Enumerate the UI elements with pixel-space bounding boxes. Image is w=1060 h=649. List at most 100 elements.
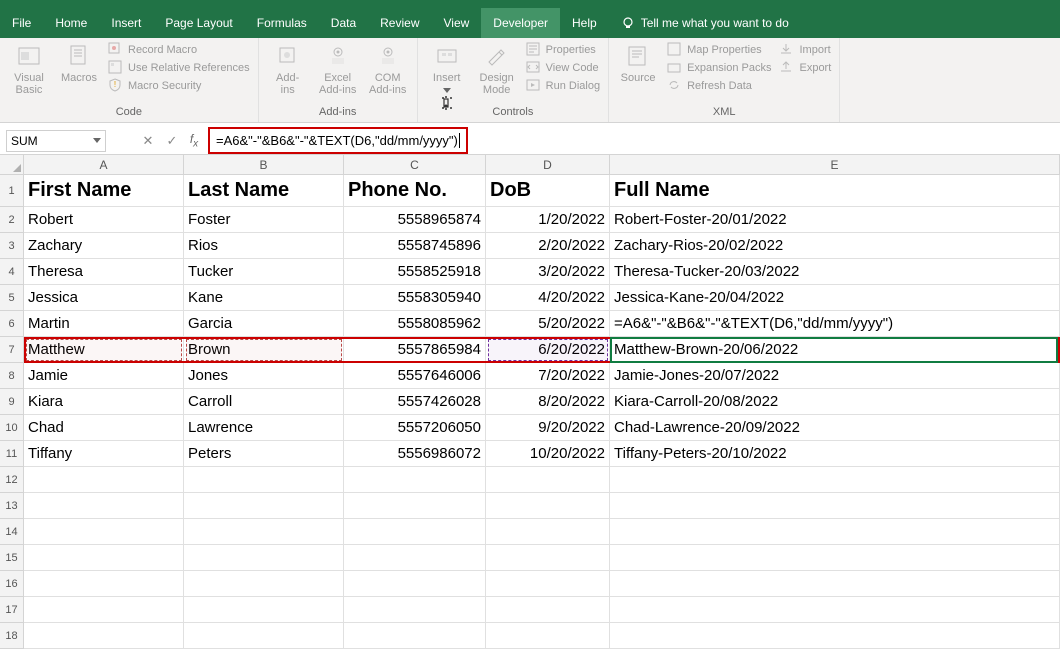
cell-B10[interactable]: Lawrence (184, 415, 344, 441)
row-header[interactable]: 17 (0, 597, 24, 623)
cell-B8[interactable]: Jones (184, 363, 344, 389)
cell-A15[interactable] (24, 545, 184, 571)
cell-D11[interactable]: 10/20/2022 (486, 441, 610, 467)
spreadsheet-grid[interactable]: A B C D E 1First NameLast NamePhone No.D… (0, 155, 1060, 649)
row-header[interactable]: 13 (0, 493, 24, 519)
cell-E9[interactable]: Kiara-Carroll-20/08/2022 (610, 389, 1060, 415)
row-header[interactable]: 11 (0, 441, 24, 467)
cell-B11[interactable]: Peters (184, 441, 344, 467)
cell-E10[interactable]: Chad-Lawrence-20/09/2022 (610, 415, 1060, 441)
cell-D1[interactable]: DoB (486, 175, 610, 207)
cell-C10[interactable]: 5557206050 (344, 415, 486, 441)
cell-B13[interactable] (184, 493, 344, 519)
cell-C16[interactable] (344, 571, 486, 597)
cell-A8[interactable]: Jamie (24, 363, 184, 389)
cell-D5[interactable]: 4/20/2022 (486, 285, 610, 311)
addins-button[interactable]: Add- ins (267, 42, 309, 96)
tab-data[interactable]: Data (319, 8, 368, 38)
cell-B16[interactable] (184, 571, 344, 597)
cell-C17[interactable] (344, 597, 486, 623)
cell-E8[interactable]: Jamie-Jones-20/07/2022 (610, 363, 1060, 389)
row-header[interactable]: 3 (0, 233, 24, 259)
cell-C18[interactable] (344, 623, 486, 649)
cell-C7[interactable]: 5557865984 (344, 337, 486, 363)
cell-D14[interactable] (486, 519, 610, 545)
col-header-e[interactable]: E (610, 155, 1060, 174)
tab-developer[interactable]: Developer (481, 8, 560, 38)
cell-A11[interactable]: Tiffany (24, 441, 184, 467)
map-properties-button[interactable]: Map Properties (667, 42, 771, 58)
design-mode-button[interactable]: Design Mode (476, 42, 518, 96)
cell-E2[interactable]: Robert-Foster-20/01/2022 (610, 207, 1060, 233)
cell-E7[interactable]: Matthew-Brown-20/06/2022 (610, 337, 1060, 363)
insert-control-button[interactable]: Insert (426, 42, 468, 93)
properties-button[interactable]: Properties (526, 42, 600, 58)
fx-button[interactable]: fx (184, 130, 208, 152)
cell-C8[interactable]: 5557646006 (344, 363, 486, 389)
cell-A6[interactable]: Martin (24, 311, 184, 337)
cell-C15[interactable] (344, 545, 486, 571)
row-header[interactable]: 8 (0, 363, 24, 389)
cell-A5[interactable]: Jessica (24, 285, 184, 311)
col-header-a[interactable]: A (24, 155, 184, 174)
export-button[interactable]: Export (779, 60, 831, 76)
row-header[interactable]: 5 (0, 285, 24, 311)
row-header[interactable]: 4 (0, 259, 24, 285)
cell-A13[interactable] (24, 493, 184, 519)
cell-D10[interactable]: 9/20/2022 (486, 415, 610, 441)
cell-D15[interactable] (486, 545, 610, 571)
cell-C5[interactable]: 5558305940 (344, 285, 486, 311)
expansion-packs-button[interactable]: Expansion Packs (667, 60, 771, 76)
cell-E14[interactable] (610, 519, 1060, 545)
refresh-data-button[interactable]: Refresh Data (667, 78, 771, 94)
cell-E16[interactable] (610, 571, 1060, 597)
cell-A10[interactable]: Chad (24, 415, 184, 441)
cell-A7[interactable]: Matthew (24, 337, 184, 363)
cell-D9[interactable]: 8/20/2022 (486, 389, 610, 415)
tab-help[interactable]: Help (560, 8, 609, 38)
select-all-corner[interactable] (0, 155, 24, 174)
col-header-c[interactable]: C (344, 155, 486, 174)
cell-B3[interactable]: Rios (184, 233, 344, 259)
cell-E5[interactable]: Jessica-Kane-20/04/2022 (610, 285, 1060, 311)
cell-C12[interactable] (344, 467, 486, 493)
cell-C4[interactable]: 5558525918 (344, 259, 486, 285)
cell-A1[interactable]: First Name (24, 175, 184, 207)
row-header[interactable]: 12 (0, 467, 24, 493)
cell-C2[interactable]: 5558965874 (344, 207, 486, 233)
col-header-d[interactable]: D (486, 155, 610, 174)
cell-E4[interactable]: Theresa-Tucker-20/03/2022 (610, 259, 1060, 285)
run-dialog-button[interactable]: Run Dialog (526, 78, 600, 94)
cell-D4[interactable]: 3/20/2022 (486, 259, 610, 285)
cell-E15[interactable] (610, 545, 1060, 571)
cell-E13[interactable] (610, 493, 1060, 519)
cell-C6[interactable]: 5558085962 (344, 311, 486, 337)
row-header[interactable]: 15 (0, 545, 24, 571)
relative-refs-button[interactable]: Use Relative References (108, 60, 250, 76)
row-header[interactable]: 1 (0, 175, 24, 207)
row-header[interactable]: 16 (0, 571, 24, 597)
cancel-button[interactable]: ✕ (136, 130, 160, 152)
cell-B5[interactable]: Kane (184, 285, 344, 311)
cell-E12[interactable] (610, 467, 1060, 493)
row-header[interactable]: 10 (0, 415, 24, 441)
tab-file[interactable]: File (0, 8, 43, 38)
cell-B4[interactable]: Tucker (184, 259, 344, 285)
tab-home[interactable]: Home (43, 8, 99, 38)
cell-D2[interactable]: 1/20/2022 (486, 207, 610, 233)
cell-C13[interactable] (344, 493, 486, 519)
cell-B6[interactable]: Garcia (184, 311, 344, 337)
cell-E18[interactable] (610, 623, 1060, 649)
source-button[interactable]: Source (617, 42, 659, 84)
cell-E17[interactable] (610, 597, 1060, 623)
cell-E3[interactable]: Zachary-Rios-20/02/2022 (610, 233, 1060, 259)
cell-A18[interactable] (24, 623, 184, 649)
cell-B17[interactable] (184, 597, 344, 623)
enter-button[interactable]: ✓ (160, 130, 184, 152)
col-header-b[interactable]: B (184, 155, 344, 174)
cell-D3[interactable]: 2/20/2022 (486, 233, 610, 259)
import-button[interactable]: Import (779, 42, 831, 58)
cell-B12[interactable] (184, 467, 344, 493)
cell-D12[interactable] (486, 467, 610, 493)
cell-A16[interactable] (24, 571, 184, 597)
